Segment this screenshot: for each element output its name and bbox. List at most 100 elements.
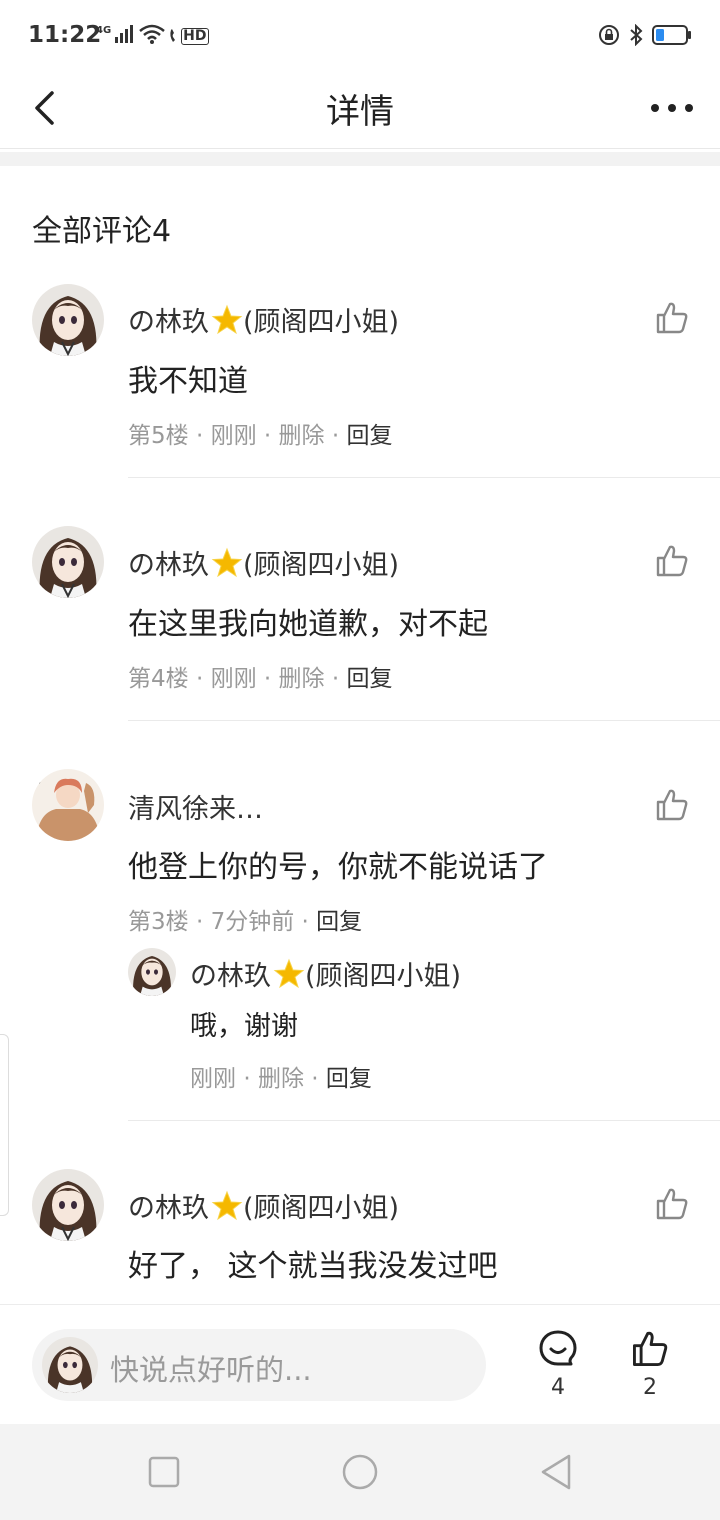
comment-meta: 第3楼 · 7分钟前 · 回复 [128,902,362,936]
reply-time: 刚刚 [190,1066,236,1092]
rotation-lock-icon [598,24,620,50]
current-user-avatar [42,1337,98,1393]
header-bar: 详情 [0,72,720,148]
thumbs-up-icon [656,545,688,577]
comment-text: 在这里我向她道歉，对不起 [128,607,488,642]
comment-time: 刚刚 [210,666,257,692]
comment-time: 刚刚 [210,423,257,449]
more-options-button[interactable] [648,88,696,128]
comment-divider [128,1120,720,1121]
meta-separator: · [195,423,211,449]
meta-separator: · [311,1066,326,1092]
comment-count: 4 [551,1375,565,1400]
reply-button[interactable]: 回复 [346,666,392,692]
header-divider [0,148,720,149]
commenter-name-text: の林玖 [128,1193,209,1224]
comment-bubble-icon [539,1330,577,1366]
battery-icon [652,24,692,50]
commenter-name[interactable]: の林玖 (顾阁四小姐) [128,1186,399,1225]
thumbs-up-icon [633,1331,668,1366]
commenter-title: (顾阁四小姐) [243,550,400,581]
commenter-name-text: 清风徐来… [128,794,263,825]
home-button[interactable] [340,1452,380,1492]
system-back-button[interactable] [536,1452,576,1492]
comment-time: 7分钟前 [210,909,295,935]
avatar[interactable] [32,1169,104,1241]
comment-divider [128,720,720,721]
comment-text: 我不知道 [128,364,248,399]
star-icon [211,1190,243,1222]
like-count: 2 [643,1375,657,1400]
reply-button[interactable]: 回复 [316,909,362,935]
reply-button[interactable]: 回复 [326,1066,372,1092]
meta-separator: · [331,423,347,449]
avatar[interactable] [32,526,104,598]
bluetooth-icon [628,23,644,50]
like-post-button[interactable]: 2 [620,1329,680,1400]
meta-separator: · [243,1066,258,1092]
delete-button[interactable]: 删除 [279,666,325,692]
reply-avatar[interactable] [128,948,176,996]
commenter-name-text: の林玖 [128,307,209,338]
meta-separator: · [195,666,211,692]
reply-text: 哦，谢谢 [190,1011,298,1042]
like-button[interactable] [654,787,690,823]
reply-author-name[interactable]: の林玖 (顾阁四小姐) [190,954,461,993]
section-gap [0,152,720,166]
triangle-back-icon [541,1454,571,1490]
comment-floor: 第3楼 [128,909,189,935]
reply-author-title: (顾阁四小姐) [305,961,462,992]
thumbs-up-icon [656,789,688,821]
commenter-name[interactable]: 清风徐来… [128,787,263,826]
meta-separator: · [301,909,317,935]
star-icon [211,304,243,336]
reply-button[interactable]: 回复 [346,423,392,449]
wifi-icon [139,24,165,48]
star-icon [273,958,305,990]
thumbs-up-icon [656,302,688,334]
delete-button[interactable]: 删除 [258,1066,304,1092]
comment-meta: 第4楼 · 刚刚 · 删除 · 回复 [128,659,392,693]
comment-meta: 第5楼 · 刚刚 · 删除 · 回复 [128,416,392,450]
comment-floor: 第5楼 [128,423,189,449]
comment-divider [128,477,720,478]
star-icon [211,547,243,579]
reply-author-name-text: の林玖 [190,961,271,992]
comment-input[interactable]: 快说点好听的... [32,1329,486,1401]
bottom-comment-bar: 快说点好听的... 4 2 [0,1304,720,1425]
comment-text: 他登上你的号，你就不能说话了 [128,850,548,885]
like-button[interactable] [654,543,690,579]
signal-icon [115,25,135,47]
like-button[interactable] [654,300,690,336]
status-bar: 11:22 4G HD [0,0,720,72]
thumbs-up-icon [656,1188,688,1220]
comment-input-placeholder: 快说点好听的... [110,1353,312,1387]
hd-call-icon: HD [169,27,209,45]
more-icon [651,104,693,112]
meta-separator: · [195,909,211,935]
avatar[interactable] [32,284,104,356]
status-time: 11:22 [28,22,102,48]
comments-section-title: 全部评论4 [32,214,172,249]
delete-button[interactable]: 删除 [279,423,325,449]
hd-label: HD [181,27,209,45]
circle-icon [342,1454,378,1490]
meta-separator: · [331,666,347,692]
comment-text: 好了， 这个就当我没发过吧 [128,1249,498,1284]
page-title: 详情 [326,92,394,132]
network-type-label: 4G [96,24,112,36]
comment-floor: 第4楼 [128,666,189,692]
edge-swipe-handle[interactable] [0,1034,9,1216]
commenter-name[interactable]: の林玖 (顾阁四小姐) [128,300,399,339]
commenter-name-text: の林玖 [128,550,209,581]
recent-apps-button[interactable] [144,1452,184,1492]
meta-separator: · [263,666,279,692]
commenter-name[interactable]: の林玖 (顾阁四小姐) [128,543,399,582]
commenter-title: (顾阁四小姐) [243,307,400,338]
avatar[interactable] [32,769,104,841]
meta-separator: · [263,423,279,449]
reply-meta: 刚刚 · 删除 · 回复 [190,1059,372,1093]
comments-count-button[interactable]: 4 [528,1329,588,1400]
like-button[interactable] [654,1186,690,1222]
commenter-title: (顾阁四小姐) [243,1193,400,1224]
